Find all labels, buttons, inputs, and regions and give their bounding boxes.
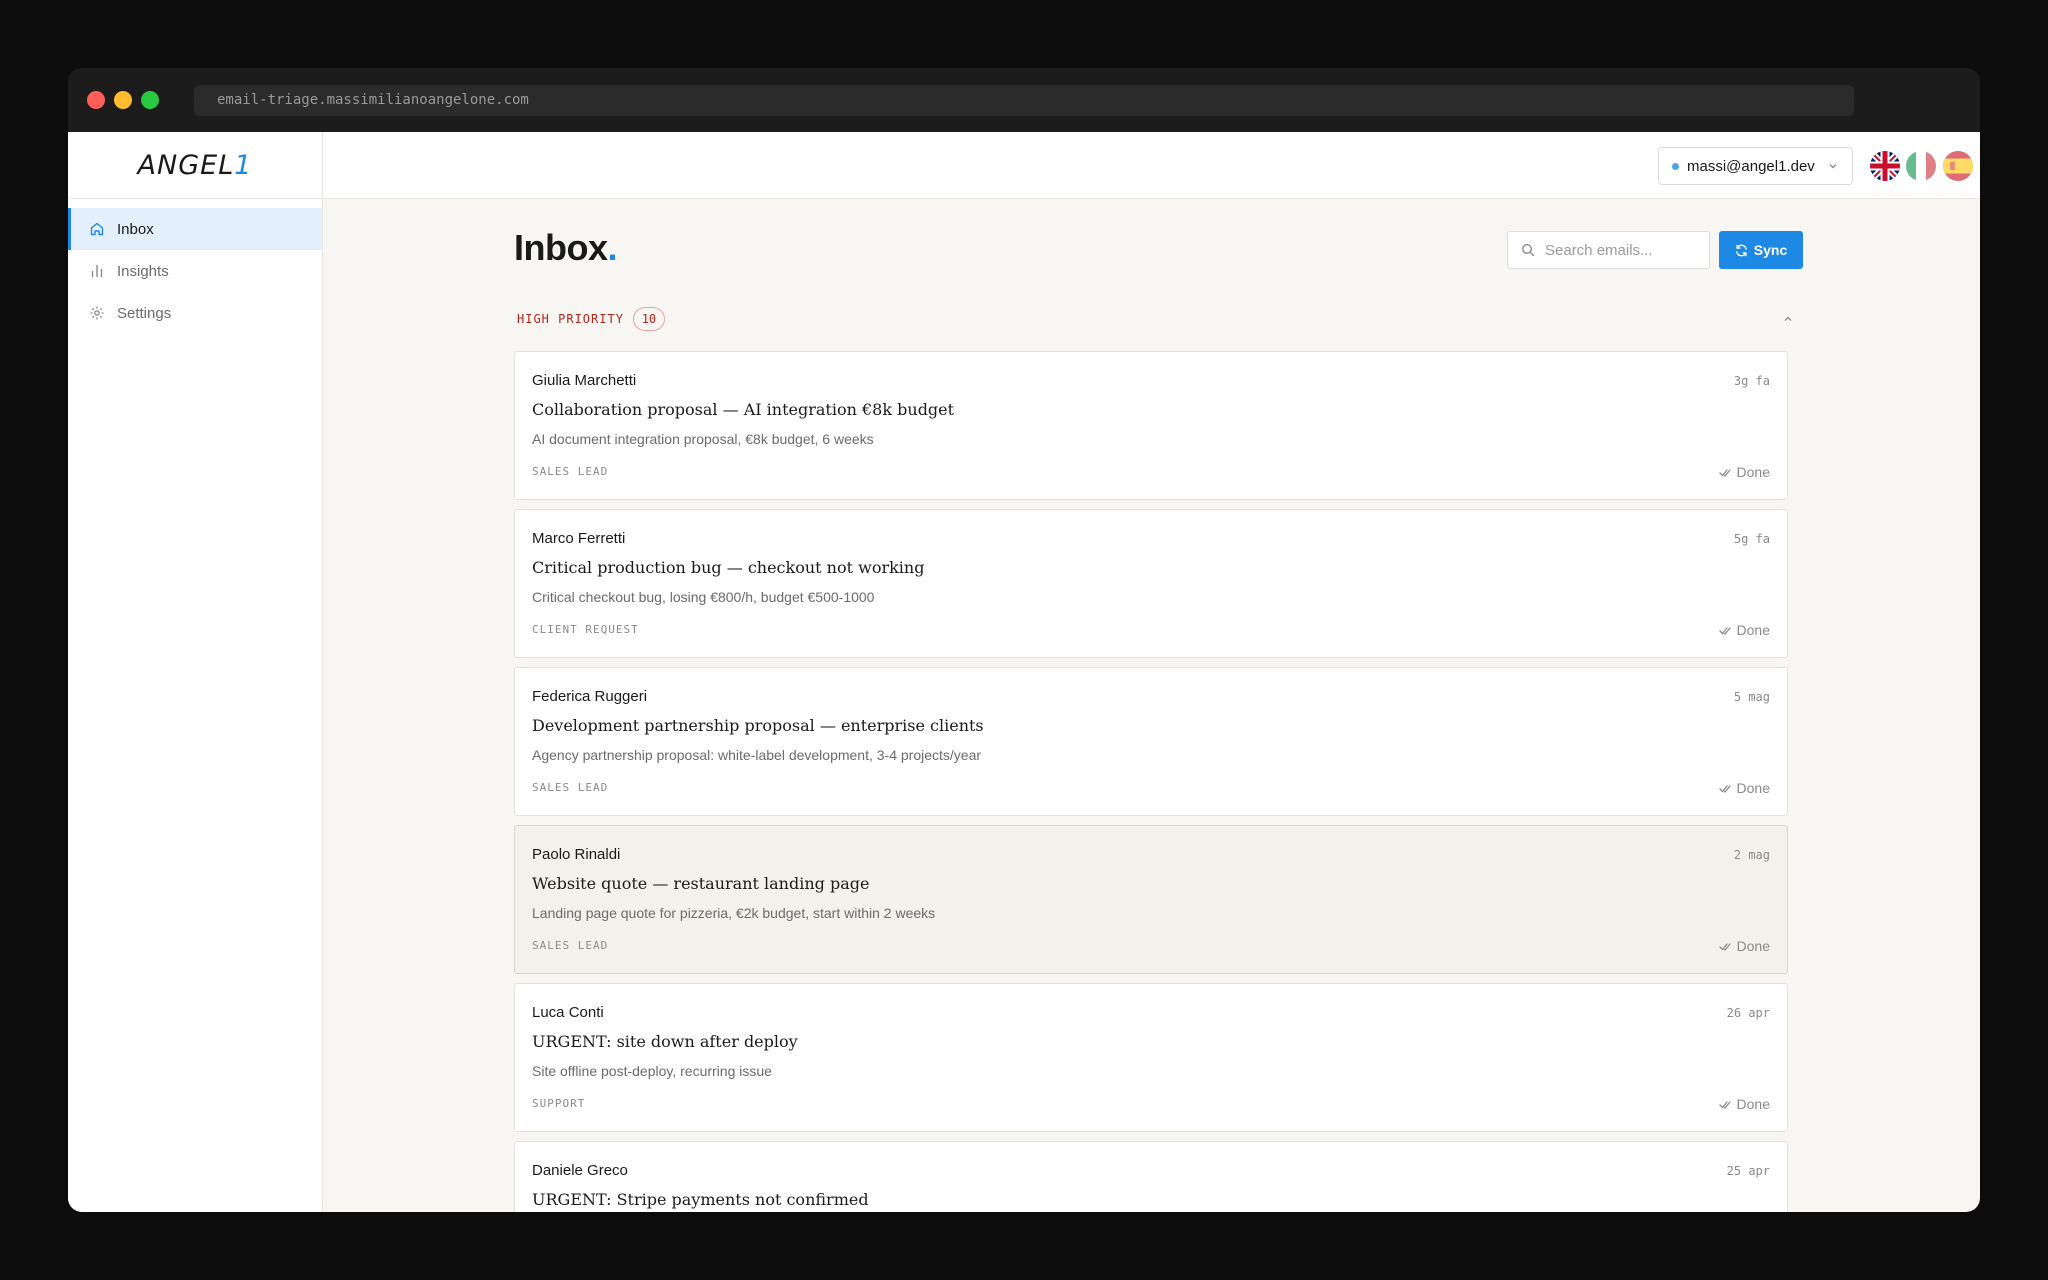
double-check-icon <box>1718 626 1731 635</box>
email-time: 5 mag <box>1733 690 1770 704</box>
email-subject: URGENT: Stripe payments not confirmed <box>532 1190 869 1209</box>
mark-done-button[interactable]: Done <box>1718 938 1770 954</box>
brand-accent: 1 <box>234 149 253 181</box>
email-subject: Collaboration proposal — AI integration … <box>532 400 955 419</box>
browser-titlebar: email-triage.massimilianoangelone.com <box>68 68 1980 132</box>
email-tag: SALES LEAD <box>532 781 609 794</box>
email-summary: Critical checkout bug, losing €800/h, bu… <box>532 589 875 605</box>
brand-logo[interactable]: ANGEL 1 <box>68 132 322 199</box>
mark-done-button[interactable]: Done <box>1718 1096 1770 1112</box>
email-sender: Luca Conti <box>532 1004 604 1021</box>
address-bar[interactable]: email-triage.massimilianoangelone.com <box>194 85 1854 116</box>
account-status-dot <box>1672 162 1679 170</box>
minimize-window-button[interactable] <box>114 91 132 109</box>
email-sender: Daniele Greco <box>532 1162 628 1179</box>
email-summary: Site offline post-deploy, recurring issu… <box>532 1063 772 1079</box>
email-subject: URGENT: site down after deploy <box>532 1032 798 1051</box>
email-sender: Giulia Marchetti <box>532 372 637 389</box>
email-card[interactable]: Marco Ferretti 5g fa Critical production b… <box>514 509 1788 658</box>
bar-chart-icon <box>91 264 103 278</box>
home-icon <box>90 222 104 236</box>
double-check-icon <box>1718 1100 1731 1109</box>
email-card[interactable]: Federica Ruggeri 5 mag Development partner… <box>514 667 1788 816</box>
email-time: 5g fa <box>1733 532 1770 546</box>
group-count-badge: 10 <box>632 307 665 331</box>
sync-label: Sync <box>1753 242 1788 258</box>
done-label: Done <box>1736 938 1770 954</box>
account-selector[interactable]: massi@angel1.dev <box>1658 147 1853 185</box>
email-card[interactable]: Luca Conti 26 apr URGENT: site down after … <box>514 983 1788 1132</box>
page-title-accent: . <box>607 227 618 268</box>
email-card[interactable]: Daniele Greco 25 apr URGENT: Stripe paymen… <box>514 1141 1788 1212</box>
sidebar-nav: Inbox Insights Settings <box>68 208 322 334</box>
chevron-up-icon[interactable] <box>1783 314 1793 324</box>
email-sender: Federica Ruggeri <box>532 688 648 705</box>
sync-button[interactable]: Sync <box>1719 231 1803 269</box>
uk-flag-icon[interactable] <box>1870 151 1900 181</box>
email-tag: SALES LEAD <box>532 465 609 478</box>
search-input[interactable]: Search emails... <box>1507 231 1710 269</box>
email-tag: SALES LEAD <box>532 939 609 952</box>
account-email: massi@angel1.dev <box>1687 157 1815 175</box>
done-label: Done <box>1736 464 1770 480</box>
sidebar-item-label: Settings <box>117 304 172 322</box>
email-tag: SUPPORT <box>532 1097 586 1110</box>
double-check-icon <box>1718 942 1731 951</box>
email-summary: Agency partnership proposal: white-label… <box>532 747 982 763</box>
sidebar-item-label: Insights <box>117 262 169 280</box>
italy-flag-icon[interactable] <box>1906 151 1936 181</box>
email-subject: Website quote — restaurant landing page <box>532 874 870 893</box>
refresh-icon <box>1735 244 1747 256</box>
gear-icon <box>90 306 104 320</box>
email-card[interactable]: Giulia Marchetti 3g fa Collaboration propo… <box>514 351 1788 500</box>
mark-done-button[interactable]: Done <box>1718 622 1770 638</box>
email-time: 26 apr <box>1726 1006 1770 1020</box>
priority-group-header[interactable]: HIGH PRIORITY 10 <box>517 307 1803 331</box>
email-time: 2 mag <box>1733 848 1770 862</box>
spain-flag-icon[interactable] <box>1943 151 1973 181</box>
email-time: 25 apr <box>1726 1164 1770 1178</box>
email-time: 3g fa <box>1733 374 1770 388</box>
close-window-button[interactable] <box>87 91 105 109</box>
search-placeholder: Search emails... <box>1545 241 1653 259</box>
done-label: Done <box>1736 622 1770 638</box>
group-title: HIGH PRIORITY <box>517 312 624 326</box>
double-check-icon <box>1718 784 1731 793</box>
double-check-icon <box>1718 468 1731 477</box>
done-label: Done <box>1736 780 1770 796</box>
sidebar-item-insights[interactable]: Insights <box>68 250 322 292</box>
page-title: Inbox. <box>514 227 617 269</box>
email-list: Giulia Marchetti 3g fa Collaboration propo… <box>514 351 1788 1212</box>
email-sender: Paolo Rinaldi <box>532 846 621 863</box>
sidebar-item-inbox[interactable]: Inbox <box>68 208 322 250</box>
main-content: Inbox. Search emails... Sync HIGH PRIORI… <box>323 199 1980 1212</box>
mark-done-button[interactable]: Done <box>1718 780 1770 796</box>
email-subject: Development partnership proposal — enter… <box>532 716 984 735</box>
email-tag: CLIENT REQUEST <box>532 623 639 636</box>
mark-done-button[interactable]: Done <box>1718 464 1770 480</box>
browser-window: email-triage.massimilianoangelone.com AN… <box>68 68 1980 1212</box>
email-summary: AI document integration proposal, €8k bu… <box>532 431 874 447</box>
email-subject: Critical production bug — checkout not w… <box>532 558 925 577</box>
sidebar-item-label: Inbox <box>117 220 154 238</box>
email-summary: Landing page quote for pizzeria, €2k bud… <box>532 905 936 921</box>
email-sender: Marco Ferretti <box>532 530 626 547</box>
app: ANGEL 1 Inbox Insights Settings massi@an… <box>68 132 1980 1212</box>
brand-name: ANGEL <box>137 149 235 181</box>
sidebar: ANGEL 1 Inbox Insights Settings <box>68 132 323 1212</box>
chevron-down-icon <box>1829 164 1837 169</box>
top-bar: massi@angel1.dev <box>323 132 1980 199</box>
page-title-text: Inbox <box>514 227 608 268</box>
done-label: Done <box>1736 1096 1770 1112</box>
sidebar-item-settings[interactable]: Settings <box>68 292 322 334</box>
email-card[interactable]: Paolo Rinaldi 2 mag Website quote — restau… <box>514 825 1788 974</box>
search-icon <box>1521 243 1535 257</box>
maximize-window-button[interactable] <box>141 91 159 109</box>
